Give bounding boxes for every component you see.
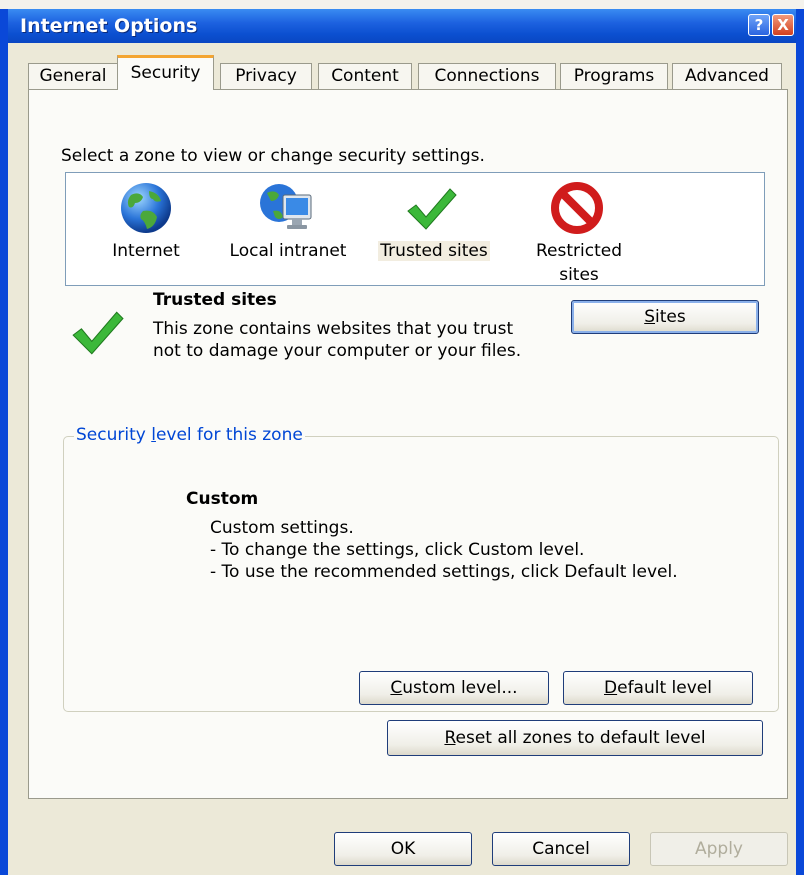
globe-icon	[121, 183, 171, 233]
zone-local-intranet[interactable]: Local intranet	[216, 173, 360, 285]
apply-button[interactable]: Apply	[650, 832, 788, 866]
selected-zone-checkmark-icon	[72, 311, 124, 355]
tab-security[interactable]: Security	[117, 55, 214, 90]
zone-local-intranet-label: Local intranet	[229, 241, 347, 261]
tab-advanced[interactable]: Advanced	[672, 63, 782, 89]
tab-content[interactable]: Content	[318, 63, 412, 89]
ok-button[interactable]: OK	[334, 832, 472, 866]
custom-level-button[interactable]: Custom level...	[359, 671, 549, 705]
tab-privacy[interactable]: Privacy	[220, 63, 312, 89]
security-level-name: Custom	[186, 489, 259, 509]
zone-restricted-sites-label: Restricted sites	[535, 241, 622, 285]
selected-zone-title: Trusted sites	[153, 290, 277, 310]
cancel-button[interactable]: Cancel	[492, 832, 630, 866]
reset-all-zones-button[interactable]: Reset all zones to default level	[387, 720, 763, 756]
tab-general[interactable]: General	[28, 63, 118, 89]
help-button[interactable]: ?	[748, 14, 770, 36]
zone-intro-text: Select a zone to view or change security…	[61, 146, 485, 166]
default-level-button[interactable]: Default level	[563, 671, 753, 705]
zone-trusted-sites[interactable]: Trusted sites	[366, 173, 502, 285]
internet-options-dialog: Internet Options ? X General Security Pr…	[0, 9, 804, 875]
sites-button[interactable]: Sites	[571, 300, 759, 334]
security-level-group: Security level for this zone Custom Cust…	[63, 425, 779, 712]
zone-trusted-sites-label: Trusted sites	[378, 241, 490, 261]
selected-zone-description: This zone contains websites that you tru…	[153, 319, 522, 361]
network-computer-icon	[260, 184, 312, 229]
zone-restricted-sites[interactable]: Restricted sites	[522, 173, 636, 285]
blocked-icon	[551, 182, 603, 234]
zone-internet-label: Internet	[112, 241, 180, 261]
checkmark-icon	[407, 188, 457, 230]
security-level-description: Custom settings. - To change the setting…	[210, 518, 678, 582]
security-tab-panel: Select a zone to view or change security…	[28, 89, 788, 799]
window-title: Internet Options	[20, 15, 198, 37]
zone-list: Internet Local intranet Trusted sites Re…	[65, 172, 765, 286]
tab-connections[interactable]: Connections	[418, 63, 556, 89]
security-level-legend: Security level for this zone	[74, 425, 305, 445]
zone-internet[interactable]: Internet	[96, 173, 196, 285]
close-button[interactable]: X	[772, 14, 794, 36]
title-bar[interactable]: Internet Options ? X	[8, 9, 796, 43]
tab-strip: General Security Privacy Content Connect…	[28, 55, 788, 90]
tab-programs[interactable]: Programs	[560, 63, 668, 89]
